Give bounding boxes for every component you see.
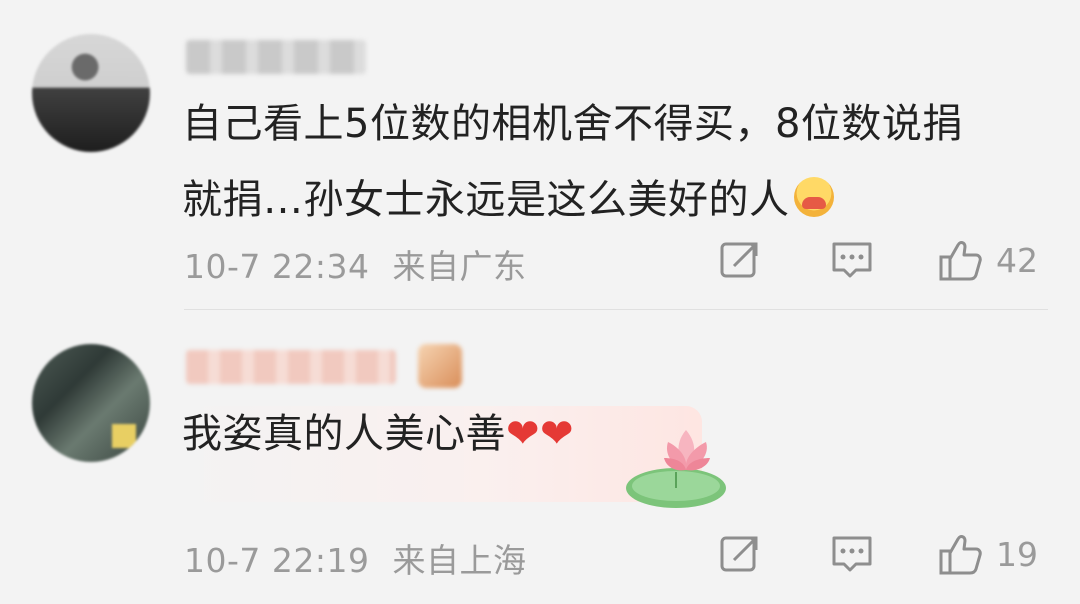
comment-item: 我姿真的人美心善❤❤ 10-7 22:19 来自上海 19: [0, 310, 1080, 604]
comment-text-body: 我姿真的人美心善: [182, 411, 506, 457]
timestamp: 10-7 22:19: [184, 541, 370, 580]
username-blurred[interactable]: [186, 350, 396, 384]
share-button[interactable]: [718, 238, 762, 282]
like-button[interactable]: 19: [938, 532, 1038, 576]
share-button[interactable]: [718, 532, 762, 576]
thumbs-up-icon: [939, 241, 982, 281]
hugging-face-icon: [793, 177, 834, 217]
comment-icon: [832, 242, 872, 278]
location: 来自广东: [392, 247, 527, 286]
comment-meta: 10-7 22:34 来自广东: [184, 240, 527, 288]
like-button[interactable]: 42: [938, 238, 1038, 282]
comment-text-line1: 自己看上5位数的相机舍不得买，8位数说捐: [182, 101, 963, 147]
comment-text-line2: 就捐…孙女士永远是这么美好的人: [182, 177, 790, 223]
comment-text: 我姿真的人美心善❤❤: [182, 396, 1042, 472]
share-icon: [720, 536, 758, 572]
comment-item: 自己看上5位数的相机舍不得买，8位数说捐 就捐…孙女士永远是这么美好的人 10-…: [0, 0, 1080, 310]
comment-icon: [832, 536, 872, 572]
comment-meta: 10-7 22:19 来自上海: [184, 534, 527, 582]
thumbs-up-icon: [939, 535, 982, 575]
user-badge-icon: [418, 344, 462, 388]
timestamp: 10-7 22:34: [184, 247, 370, 286]
like-count: 19: [996, 534, 1038, 574]
comment-text: 自己看上5位数的相机舍不得买，8位数说捐 就捐…孙女士永远是这么美好的人: [182, 86, 1042, 238]
avatar[interactable]: [32, 344, 150, 462]
reply-button[interactable]: [830, 238, 874, 282]
username-blurred[interactable]: [186, 40, 366, 74]
avatar[interactable]: [32, 34, 150, 152]
reply-button[interactable]: [830, 532, 874, 576]
location: 来自上海: [392, 541, 527, 580]
like-count: 42: [996, 240, 1038, 280]
share-icon: [720, 242, 758, 278]
heart-emoji: ❤❤: [506, 411, 575, 457]
